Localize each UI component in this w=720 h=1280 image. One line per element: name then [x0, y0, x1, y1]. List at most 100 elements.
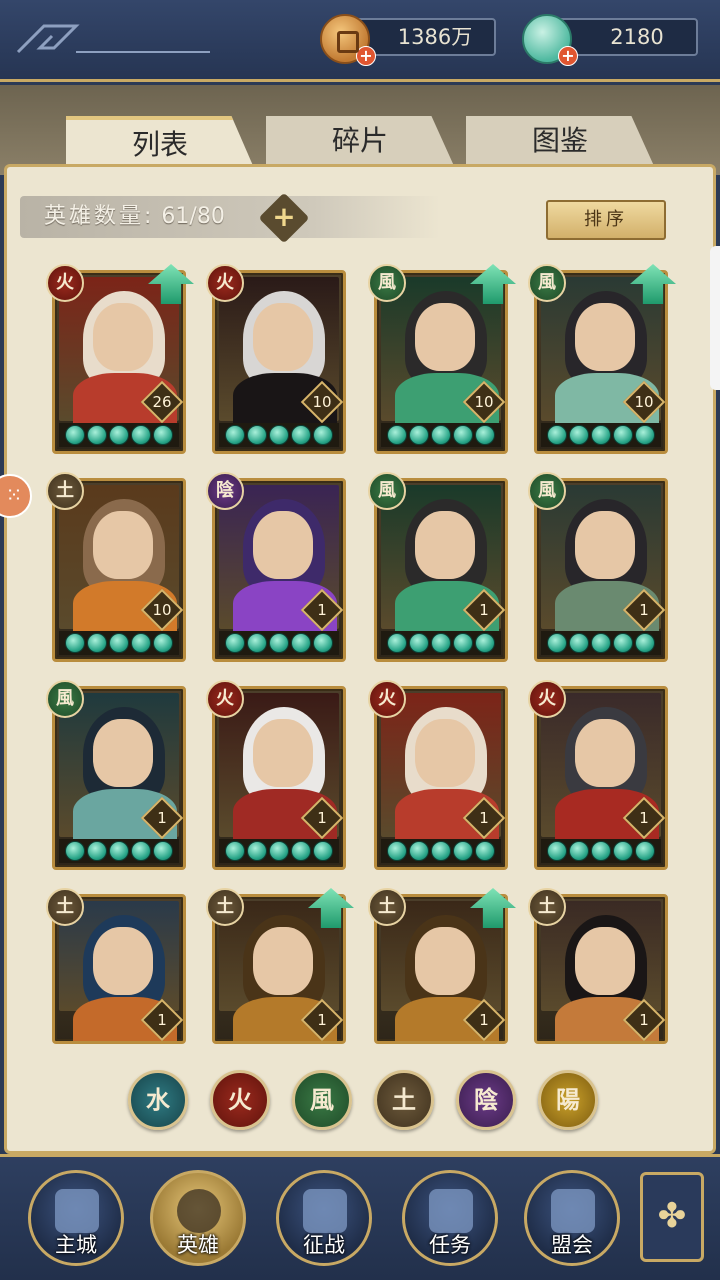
- hero-face: [415, 927, 475, 995]
- hero-level: 10: [312, 393, 332, 411]
- clover-menu-icon: ✤: [657, 1196, 687, 1236]
- star-gem-icon: [313, 633, 333, 653]
- nav-item-2[interactable]: 征战: [276, 1170, 372, 1266]
- hero-level-badge: 1: [140, 998, 183, 1041]
- star-gem-icon: [547, 841, 567, 861]
- hero-face: [93, 303, 153, 371]
- hero-level: 1: [479, 809, 489, 827]
- star-gem-icon: [431, 425, 451, 445]
- star-gem-icon: [87, 633, 107, 653]
- element-badge-wind: 風: [528, 472, 566, 510]
- alliance-icon: [551, 1189, 595, 1233]
- hero-level: 1: [157, 809, 167, 827]
- nav-item-0[interactable]: 主城: [28, 1170, 124, 1266]
- nav-label: 英雄: [177, 1233, 219, 1257]
- nav-item-3[interactable]: 任务: [402, 1170, 498, 1266]
- hero-level-badge: 1: [622, 796, 665, 840]
- star-gem-icon: [109, 633, 129, 653]
- scroll-icon: [429, 1189, 473, 1233]
- star-gem-icon: [87, 425, 107, 445]
- star-gem-icon: [131, 633, 151, 653]
- hero-level: 1: [317, 1011, 327, 1029]
- hero-face: [93, 511, 153, 579]
- hero-level-badge: 26: [140, 380, 183, 424]
- star-gem-icon: [387, 633, 407, 653]
- hero-level-badge: 1: [462, 796, 505, 840]
- star-gem-icon: [613, 633, 633, 653]
- star-gem-icon: [569, 425, 589, 445]
- hero-face: [415, 511, 475, 579]
- star-gem-icon: [387, 425, 407, 445]
- hero-level: 1: [317, 809, 327, 827]
- hero-star-row: [59, 839, 179, 863]
- element-badge-earth: 土: [368, 888, 406, 926]
- hero-level-badge: 1: [462, 998, 505, 1041]
- hero-star-row: [219, 839, 339, 863]
- hero-level: 10: [474, 393, 494, 411]
- star-gem-icon: [291, 633, 311, 653]
- hero-level-badge: 1: [300, 796, 343, 840]
- nav-item-1[interactable]: 英雄: [150, 1170, 246, 1266]
- hero-star-row: [381, 839, 501, 863]
- star-gem-icon: [269, 841, 289, 861]
- hero-level: 1: [479, 1011, 489, 1029]
- hero-face: [253, 303, 313, 371]
- hero-star-row: [381, 631, 501, 655]
- hero-face: [575, 303, 635, 371]
- star-gem-icon: [269, 425, 289, 445]
- hero-level-badge: 1: [300, 998, 343, 1041]
- star-gem-icon: [409, 633, 429, 653]
- star-gem-icon: [65, 841, 85, 861]
- star-gem-icon: [453, 633, 473, 653]
- hero-star-row: [59, 631, 179, 655]
- hero-face: [575, 719, 635, 787]
- filter-fire-button[interactable]: 火: [210, 1070, 270, 1130]
- star-gem-icon: [225, 841, 245, 861]
- hero-level-badge: 10: [622, 380, 665, 424]
- hero-level: 1: [317, 601, 327, 619]
- element-badge-wind: 風: [46, 680, 84, 718]
- element-badge-earth: 土: [46, 472, 84, 510]
- star-gem-icon: [65, 633, 85, 653]
- star-gem-icon: [591, 633, 611, 653]
- nav-item-4[interactable]: 盟会: [524, 1170, 620, 1266]
- hero-face: [93, 719, 153, 787]
- hero-level: 1: [639, 1011, 649, 1029]
- star-gem-icon: [591, 425, 611, 445]
- element-badge-fire: 火: [528, 680, 566, 718]
- hero-level: 10: [634, 393, 654, 411]
- star-gem-icon: [247, 841, 267, 861]
- hero-level: 1: [479, 601, 489, 619]
- element-badge-fire: 火: [368, 680, 406, 718]
- hero-star-row: [59, 423, 179, 447]
- star-gem-icon: [109, 841, 129, 861]
- hero-face: [253, 927, 313, 995]
- star-gem-icon: [431, 841, 451, 861]
- star-gem-icon: [475, 633, 495, 653]
- star-gem-icon: [569, 841, 589, 861]
- nav-label: 主城: [55, 1233, 97, 1257]
- hero-face: [415, 719, 475, 787]
- nav-label: 任务: [429, 1233, 471, 1257]
- star-gem-icon: [547, 425, 567, 445]
- filter-earth-button[interactable]: 土: [374, 1070, 434, 1130]
- star-gem-icon: [313, 425, 333, 445]
- star-gem-icon: [269, 633, 289, 653]
- star-gem-icon: [247, 425, 267, 445]
- hero-star-row: [541, 839, 661, 863]
- clover-menu-button[interactable]: ✤: [640, 1172, 704, 1262]
- filter-yang-button[interactable]: 陽: [538, 1070, 598, 1130]
- star-gem-icon: [635, 425, 655, 445]
- hero-level-badge: 1: [140, 796, 183, 840]
- filter-water-button[interactable]: 水: [128, 1070, 188, 1130]
- city-gate-icon: [55, 1189, 99, 1233]
- hero-star-row: [219, 423, 339, 447]
- star-gem-icon: [431, 633, 451, 653]
- hero-level-badge: 1: [622, 588, 665, 632]
- filter-yin-button[interactable]: 陰: [456, 1070, 516, 1130]
- filter-wind-button[interactable]: 風: [292, 1070, 352, 1130]
- nav-label: 盟会: [551, 1233, 593, 1257]
- star-gem-icon: [65, 425, 85, 445]
- star-gem-icon: [153, 633, 173, 653]
- hero-level-badge: 10: [462, 380, 505, 424]
